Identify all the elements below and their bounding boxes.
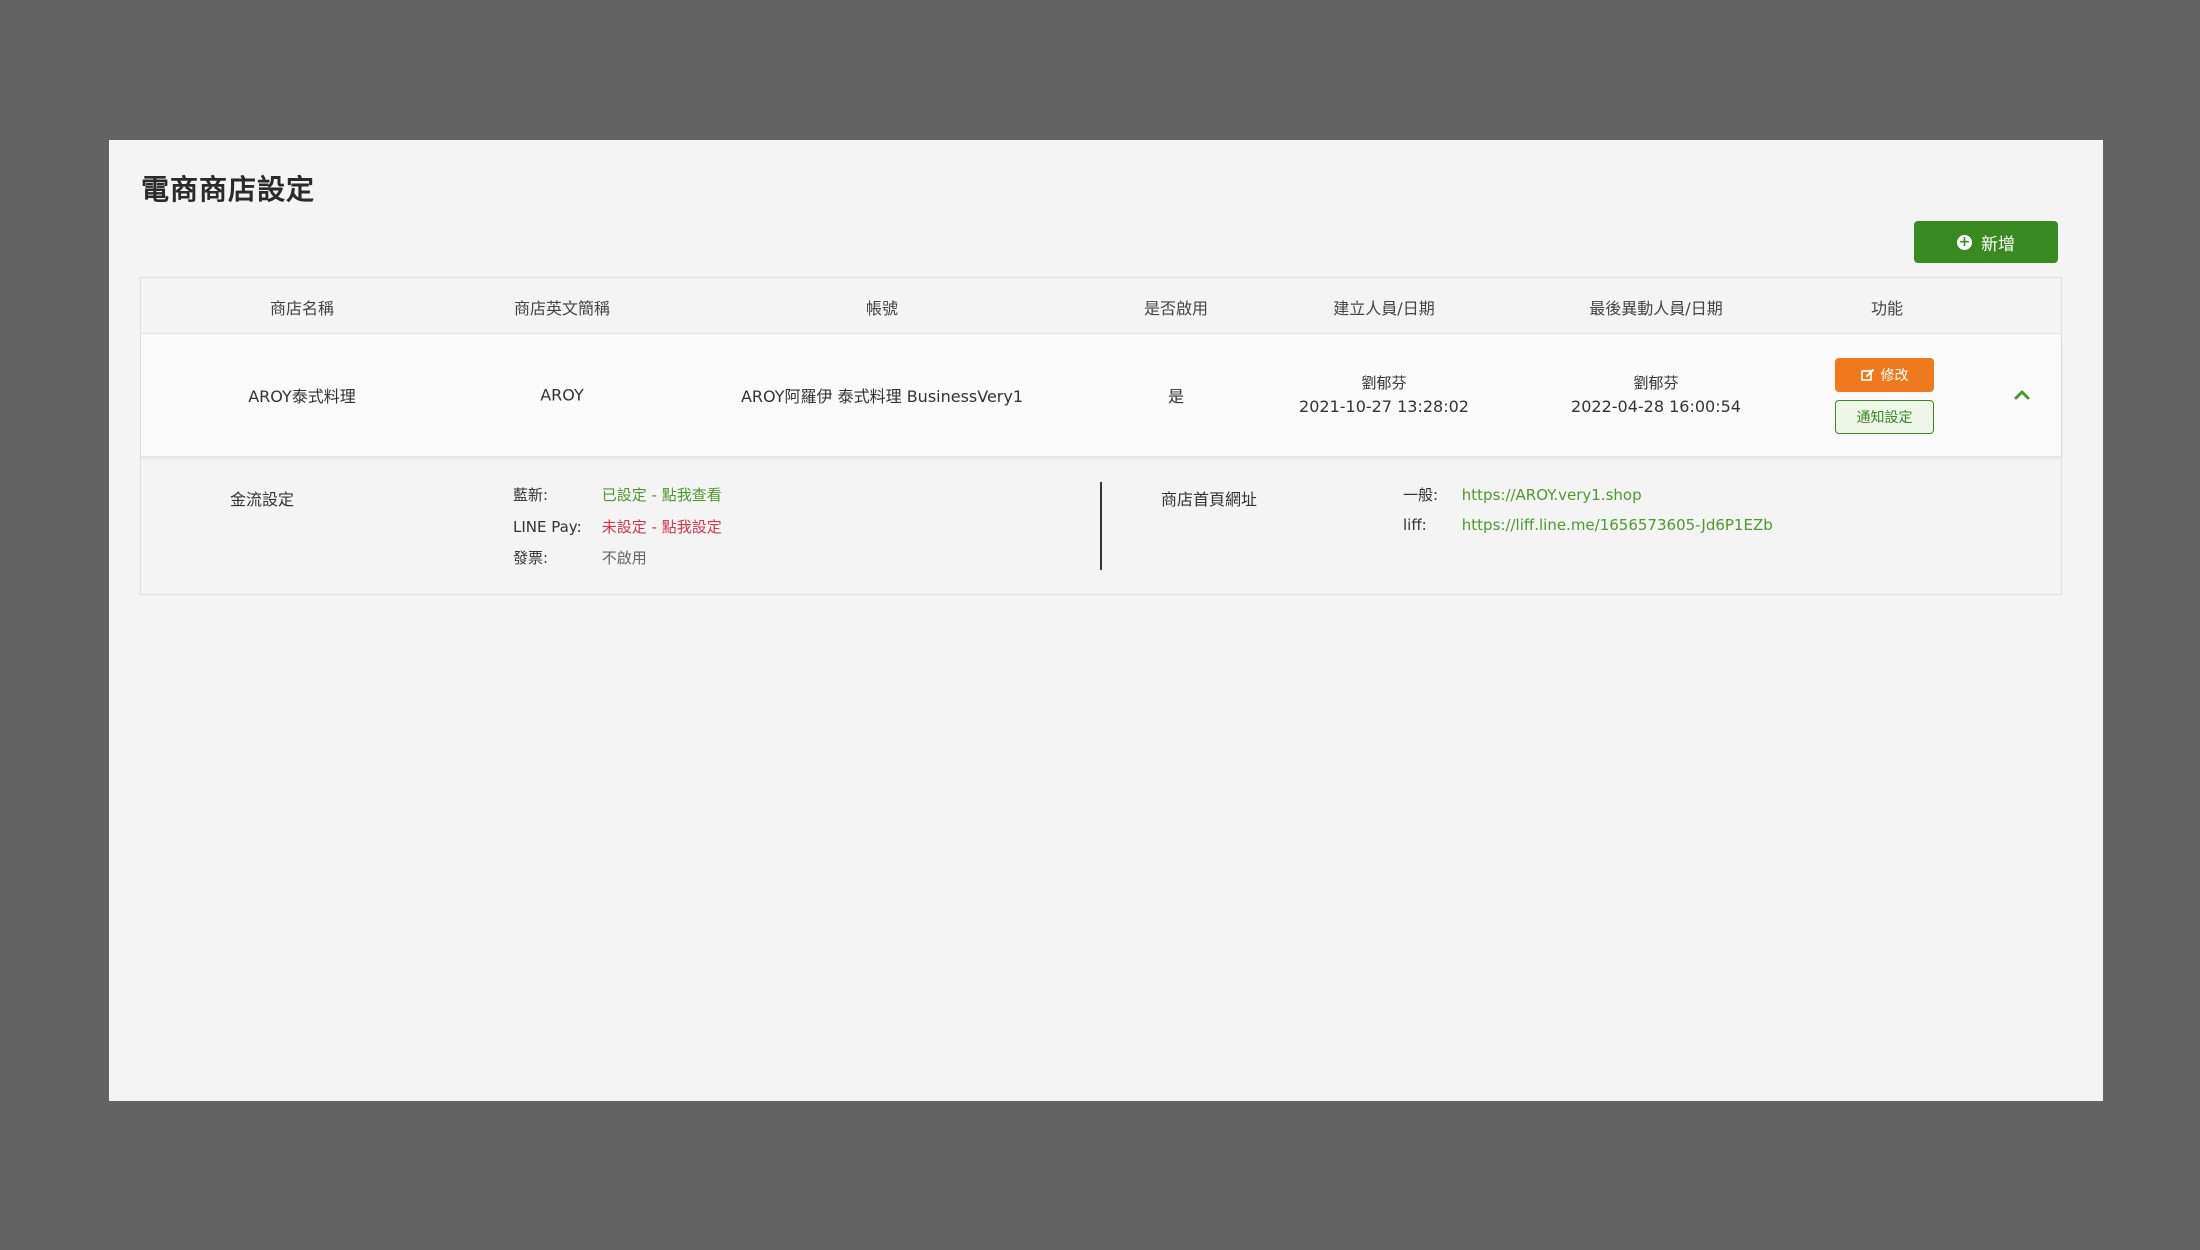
payment-row-newebpay: 藍新: 已設定 - 點我查看: [513, 484, 722, 505]
payment-key: 發票:: [513, 549, 549, 567]
modified-by: 劉郁芬: [1633, 374, 1679, 392]
created-at: 2021-10-27 13:28:02: [1299, 397, 1469, 416]
payment-link[interactable]: 未設定 - 點我設定: [602, 518, 722, 536]
payment-value: 不啟用: [601, 549, 647, 567]
table-row: AROY泰式料理 AROY AROY阿羅伊 泰式料理 BusinessVery1…: [141, 334, 2061, 457]
payment-link[interactable]: 已設定 - 點我查看: [602, 486, 722, 504]
add-button-label: 新增: [1981, 234, 2015, 255]
header-modified: 最後異動人員/日期: [1589, 299, 1723, 318]
store-table: 商店名稱 商店英文簡稱 帳號 是否啟用 建立人員/日期 最後異動人員/日期 功能…: [140, 277, 2062, 595]
cell-enabled: 是: [1167, 387, 1185, 406]
header-store-name: 商店名稱: [269, 299, 335, 318]
payment-row-linepay: LINE Pay: 未設定 - 點我設定: [513, 516, 722, 537]
header-store-en: 商店英文簡稱: [513, 299, 611, 318]
url-key: 一般:: [1403, 486, 1439, 504]
row-detail-panel: 金流設定 藍新: 已設定 - 點我查看 LINE Pay: 未設定 - 點我設定…: [141, 458, 2061, 594]
header-account: 帳號: [865, 299, 899, 318]
notify-settings-button[interactable]: 通知設定: [1835, 400, 1934, 434]
settings-panel: 電商商店設定 + 新增 商店名稱 商店英文簡稱 帳號 是否啟用 建立人員/日期 …: [109, 140, 2103, 1101]
payment-settings-title: 金流設定: [230, 490, 295, 509]
edit-icon: [1860, 369, 1874, 381]
cell-store-name: AROY泰式料理: [248, 387, 356, 406]
payment-key: LINE Pay:: [513, 518, 582, 536]
modified-at: 2022-04-28 16:00:54: [1571, 397, 1741, 416]
url-key: liff:: [1403, 516, 1427, 534]
payment-row-invoice: 發票: 不啟用: [513, 547, 647, 568]
header-enabled: 是否啟用: [1143, 299, 1209, 318]
created-by: 劉郁芬: [1361, 374, 1407, 392]
url-link[interactable]: https://AROY.very1.shop: [1462, 486, 1642, 504]
divider: [1100, 482, 1102, 570]
cell-store-en: AROY: [540, 385, 584, 405]
url-row-liff: liff: https://liff.line.me/1656573605-Jd…: [1403, 516, 1773, 534]
header-actions: 功能: [1870, 299, 1904, 318]
payment-key: 藍新:: [513, 486, 549, 504]
table-header: 商店名稱 商店英文簡稱 帳號 是否啟用 建立人員/日期 最後異動人員/日期 功能: [141, 278, 2061, 334]
edit-button[interactable]: 修改: [1835, 358, 1934, 392]
add-store-button[interactable]: + 新增: [1914, 221, 2058, 263]
plus-circle-icon: +: [1957, 233, 1972, 250]
cell-account: AROY阿羅伊 泰式料理 BusinessVery1: [740, 387, 1024, 406]
url-row-general: 一般: https://AROY.very1.shop: [1403, 484, 1642, 505]
page-title: 電商商店設定: [141, 173, 316, 206]
url-link[interactable]: https://liff.line.me/1656573605-Jd6P1EZb: [1462, 516, 1773, 534]
collapse-toggle[interactable]: [2010, 383, 2034, 407]
cell-created: 劉郁芬 2021-10-27 13:28:02: [1299, 371, 1469, 419]
cell-modified: 劉郁芬 2022-04-28 16:00:54: [1571, 371, 1741, 419]
edit-button-label: 修改: [1880, 368, 1909, 384]
header-created: 建立人員/日期: [1333, 299, 1435, 318]
chevron-up-icon: [2014, 390, 2030, 400]
store-url-title: 商店首頁網址: [1161, 490, 1258, 509]
